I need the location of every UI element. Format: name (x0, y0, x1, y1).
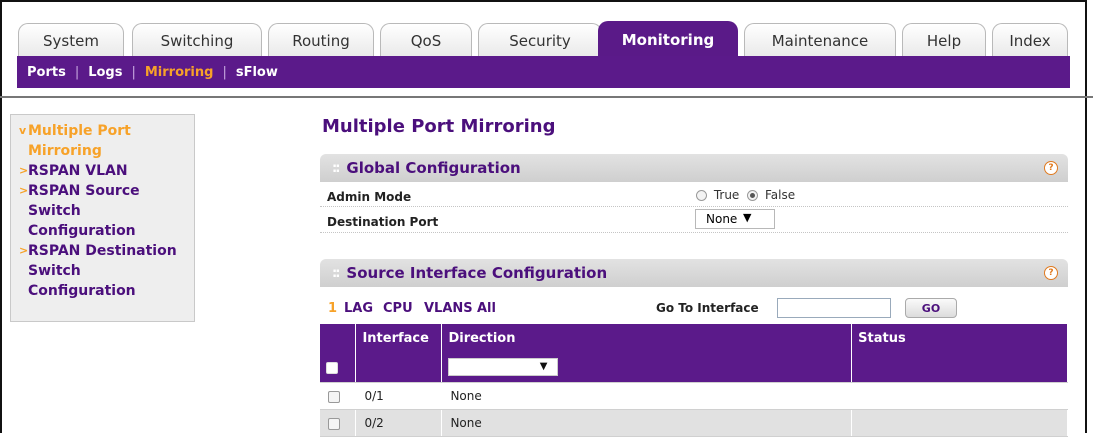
status-cell (851, 409, 1068, 437)
sidebar-item-rspan-destination[interactable]: > RSPAN Destination Switch Configuration (19, 241, 194, 301)
help-icon[interactable]: ? (1044, 161, 1058, 175)
subnav-logs[interactable]: Logs (79, 65, 131, 80)
chevron-down-icon: v (19, 124, 27, 137)
select-all-header (320, 324, 357, 352)
go-button[interactable]: GO (905, 298, 957, 318)
caret-down-icon: ▼ (539, 361, 548, 372)
tab-security[interactable]: Security (478, 23, 602, 57)
sidebar-item-rspan-vlan[interactable]: > RSPAN VLAN (19, 161, 194, 181)
interface-cell: 0/2 (355, 409, 443, 437)
tab-maintenance[interactable]: Maintenance (744, 23, 896, 57)
global-config-header: :: Global Configuration ? (320, 154, 1068, 182)
destination-port-select[interactable]: None ▼ (695, 209, 775, 229)
column-header-status[interactable]: Status (851, 324, 1068, 352)
table-row[interactable]: 0/2 None (320, 409, 1068, 437)
direction-cell: None (441, 409, 853, 437)
subnav-mirroring[interactable]: Mirroring (136, 65, 223, 80)
interface-cell: 0/1 (355, 382, 443, 410)
filter-vlans[interactable]: VLANS (424, 301, 473, 316)
chevron-right-icon: > (19, 244, 29, 257)
source-interface-table: Interface Direction Status ▼ 0/1 None 0/… (320, 324, 1068, 437)
source-interface-config-header: :: Source Interface Configuration ? (320, 259, 1068, 287)
tab-routing[interactable]: Routing (268, 23, 374, 57)
admin-mode-false-radio[interactable] (747, 190, 759, 201)
sidebar-item-label: RSPAN VLAN (28, 163, 128, 179)
destination-port-row: Destination Port None ▼ (320, 207, 1068, 233)
tab-label: Index (1009, 31, 1051, 50)
destination-port-value: None (706, 212, 738, 226)
interface-filter-bar: 1 LAG CPU VLANS All Go To Interface GO (320, 296, 1068, 322)
column-header-direction[interactable]: Direction (441, 324, 853, 352)
row-checkbox[interactable] (328, 390, 340, 403)
radio-label-true: True (713, 188, 740, 202)
tab-label: System (43, 31, 99, 50)
tab-index[interactable]: Index (992, 23, 1068, 57)
status-cell (851, 382, 1068, 410)
tab-label: Switching (160, 31, 234, 50)
column-header-interface[interactable]: Interface (355, 324, 443, 352)
panel-title: Global Configuration (346, 159, 521, 177)
right-edge (1085, 0, 1093, 433)
tab-help[interactable]: Help (902, 23, 986, 57)
sidebar-item-label: Multiple Port Mirroring (28, 123, 131, 159)
sidebar: v Multiple Port Mirroring > RSPAN VLAN > … (10, 114, 195, 322)
page-title: Multiple Port Mirroring (322, 116, 556, 137)
sidebar-item-multiple-port-mirroring[interactable]: v Multiple Port Mirroring (19, 121, 194, 161)
sub-navigation: Ports | Logs | Mirroring | sFlow (17, 56, 1070, 88)
row-select-cell (320, 409, 357, 437)
select-all-checkbox[interactable] (326, 361, 338, 374)
tab-label: Help (926, 31, 962, 50)
direction-cell: None (441, 382, 853, 410)
chevron-right-icon: > (19, 164, 29, 177)
edit-row-interface-cell (355, 352, 443, 383)
filter-cpu[interactable]: CPU (383, 301, 413, 316)
go-to-interface-input[interactable] (777, 298, 891, 318)
help-icon[interactable]: ? (1044, 266, 1058, 280)
tab-label: Maintenance (771, 31, 869, 50)
tab-system[interactable]: System (18, 23, 124, 57)
filter-1[interactable]: 1 (328, 301, 337, 316)
header-divider (0, 96, 1093, 98)
chevron-right-icon: > (19, 184, 29, 197)
sidebar-item-label: RSPAN Source Switch Configuration (28, 183, 140, 239)
table-header-row: Interface Direction Status (320, 324, 1068, 352)
tab-qos[interactable]: QoS (380, 23, 472, 57)
admin-mode-true-radio[interactable] (696, 190, 707, 201)
edit-row-status-cell (851, 352, 1068, 383)
destination-port-label: Destination Port (327, 215, 439, 229)
direction-select[interactable]: ▼ (448, 358, 559, 376)
tab-label: QoS (410, 31, 442, 50)
grip-icon: :: (332, 160, 341, 176)
panel-title: Source Interface Configuration (346, 264, 608, 282)
admin-mode-label: Admin Mode (327, 190, 412, 204)
tab-label: Routing (292, 31, 350, 50)
main-tabs: System Switching Routing QoS Security Mo… (18, 21, 1068, 57)
table-row[interactable]: 0/1 None (320, 382, 1068, 410)
row-checkbox[interactable] (328, 417, 340, 430)
edit-row-select-cell (320, 352, 357, 383)
sidebar-item-label: RSPAN Destination Switch Configuration (28, 243, 177, 299)
tab-switching[interactable]: Switching (132, 23, 262, 57)
caret-down-icon: ▼ (743, 211, 752, 224)
admin-mode-radios: True False (696, 188, 795, 202)
table-edit-row: ▼ (320, 352, 1068, 383)
tab-monitoring[interactable]: Monitoring (598, 21, 738, 57)
edit-row-direction-cell: ▼ (441, 352, 853, 383)
go-to-interface-label: Go To Interface (656, 301, 759, 315)
subnav-sflow[interactable]: sFlow (227, 65, 287, 80)
tab-label: Monitoring (621, 30, 715, 49)
tab-label: Security (509, 31, 571, 50)
radio-label-false: False (764, 188, 796, 202)
grip-icon: :: (332, 265, 341, 281)
row-select-cell (320, 382, 357, 410)
filter-all[interactable]: All (477, 301, 496, 316)
subnav-ports[interactable]: Ports (17, 65, 75, 80)
filter-lag[interactable]: LAG (344, 301, 373, 316)
sidebar-item-rspan-source[interactable]: > RSPAN Source Switch Configuration (19, 181, 194, 241)
admin-mode-row: Admin Mode True False (320, 185, 1068, 207)
